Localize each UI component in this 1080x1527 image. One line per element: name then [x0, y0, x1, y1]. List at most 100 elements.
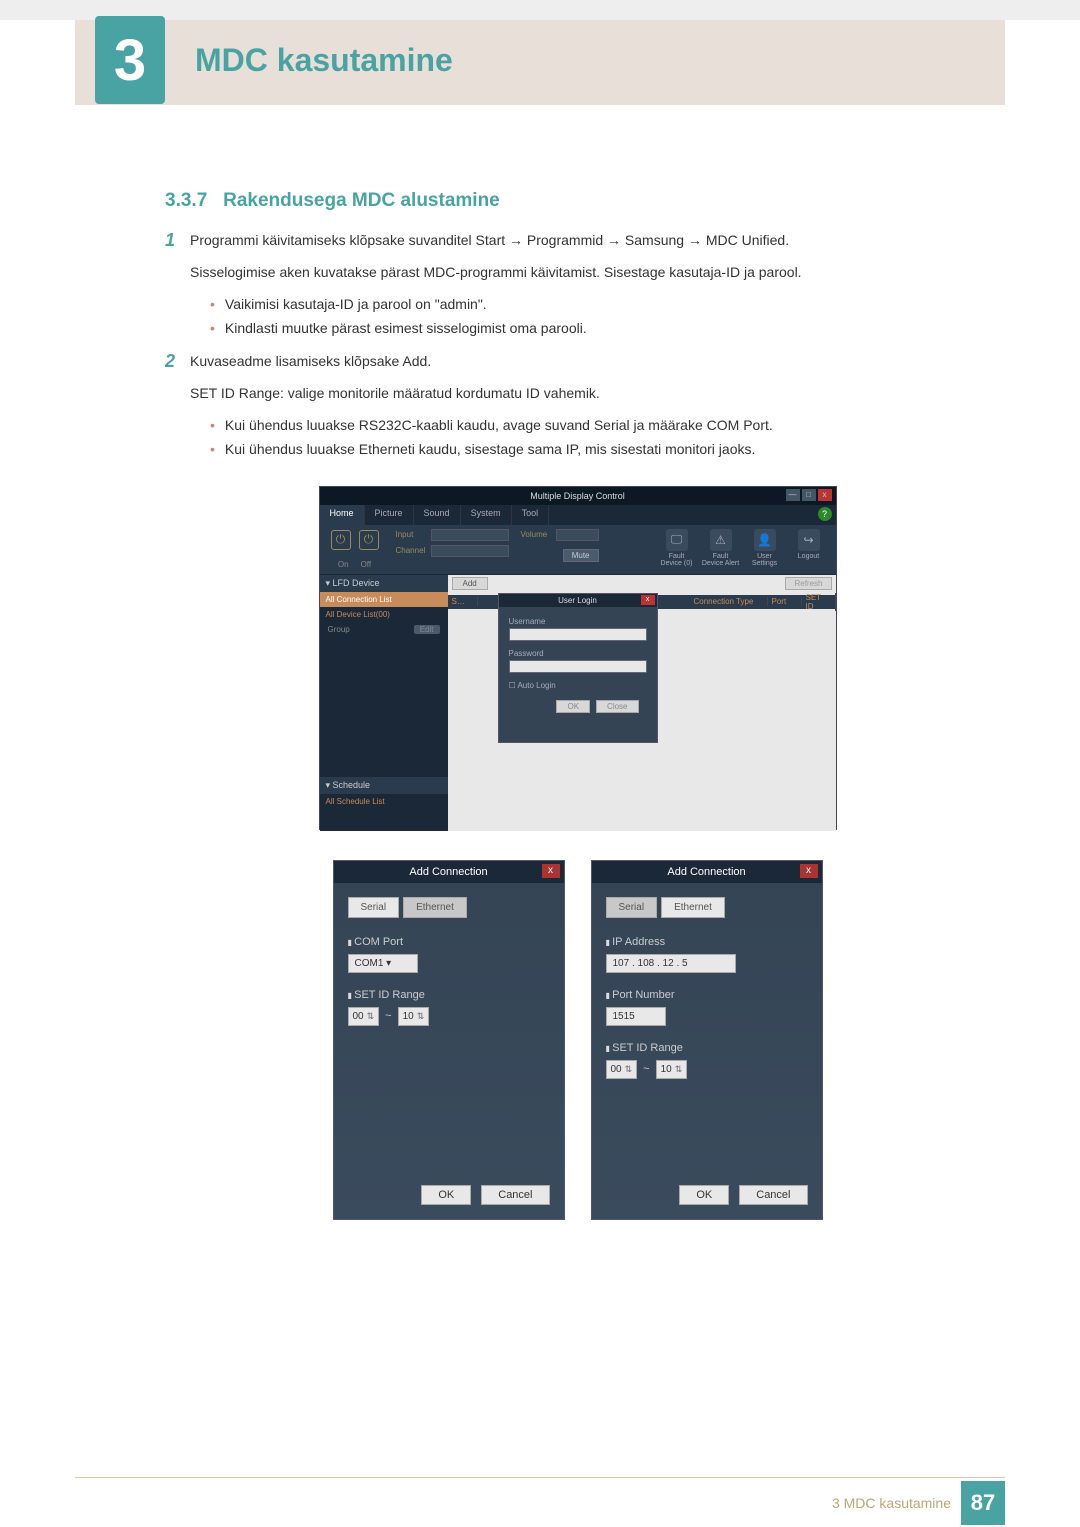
bullet-item: Kui ühendus luuakse Etherneti kaudu, sis…: [210, 438, 990, 462]
maximize-icon[interactable]: □: [802, 489, 816, 501]
input-controls: Input Channel: [390, 525, 515, 574]
channel-label: Channel: [396, 546, 431, 555]
power-on-icon[interactable]: ⏻: [331, 530, 351, 550]
login-ok-button[interactable]: OK: [556, 700, 590, 713]
add-connection-ethernet-dialog: Add Connection x Serial Ethernet IP Addr…: [591, 860, 823, 1220]
step-2-bullets: Kui ühendus luuakse RS232C-kaabli kaudu,…: [210, 414, 990, 462]
section-heading-text: Rakendusega MDC alustamine: [223, 190, 500, 211]
login-title-text: User Login: [558, 596, 597, 605]
power-off-icon[interactable]: ⏻: [359, 530, 379, 550]
step-1: 1 Programmi käivitamiseks klõpsake suvan…: [165, 230, 990, 251]
login-close-button[interactable]: Close: [596, 700, 638, 713]
sidebar-spacer: [320, 637, 448, 777]
channel-dropdown[interactable]: [431, 545, 509, 557]
close-icon[interactable]: x: [800, 864, 818, 878]
ok-button[interactable]: OK: [421, 1185, 471, 1205]
alert-label: Fault Device Alert: [702, 553, 740, 567]
main-panel: Add Refresh S… Connection Type Port SET …: [448, 575, 836, 831]
range-from-spinner[interactable]: 00: [348, 1007, 380, 1026]
sidebar: LFD Device All Connection List All Devic…: [320, 575, 448, 831]
fault-label: Fault Device (0): [658, 553, 696, 567]
range-separator: ~: [385, 1010, 391, 1022]
add-button[interactable]: Add: [452, 577, 488, 590]
minimize-icon[interactable]: —: [786, 489, 800, 501]
sidebar-all-connection[interactable]: All Connection List: [320, 592, 448, 607]
th-setid: SET ID: [802, 593, 836, 611]
tab-ethernet[interactable]: Ethernet: [661, 897, 725, 918]
range-to-spinner[interactable]: 10: [656, 1060, 688, 1079]
logout-icon[interactable]: ↪Logout: [790, 529, 828, 570]
ip-address-label: IP Address: [606, 936, 808, 948]
step-2-sub: SET ID Range: valige monitorile määratud…: [190, 382, 990, 404]
username-label: Username: [509, 617, 647, 626]
bullet-text: Vaikimisi kasutaja-ID ja parool on "admi…: [225, 293, 487, 317]
login-close-icon[interactable]: x: [641, 595, 655, 605]
step-number: 1: [165, 230, 190, 251]
chapter-number-badge: 3: [95, 16, 165, 104]
password-label: Password: [509, 649, 647, 658]
sidebar-all-device[interactable]: All Device List(00): [320, 607, 448, 622]
step-text: Kuvaseadme lisamiseks klõpsake Add.: [190, 351, 990, 372]
volume-input[interactable]: [556, 529, 599, 541]
step-number: 2: [165, 351, 190, 372]
refresh-button[interactable]: Refresh: [785, 577, 831, 590]
tab-sound[interactable]: Sound: [414, 505, 461, 525]
tab-home[interactable]: Home: [320, 505, 365, 525]
th-sel: S…: [448, 597, 478, 606]
footer-text: 3 MDC kasutamine: [832, 1495, 951, 1511]
ok-button[interactable]: OK: [679, 1185, 729, 1205]
user-settings-icon[interactable]: 👤User Settings: [746, 529, 784, 570]
password-input[interactable]: [509, 660, 647, 673]
sidebar-schedule-header[interactable]: Schedule: [320, 777, 448, 794]
edit-button[interactable]: Edit: [414, 625, 440, 634]
window-title: Multiple Display Control: [530, 491, 625, 501]
fault-alert-icon[interactable]: ⚠Fault Device Alert: [702, 529, 740, 570]
power-off-label: Off: [361, 560, 372, 569]
tab-serial[interactable]: Serial: [348, 897, 400, 918]
auto-login-label: Auto Login: [517, 681, 555, 690]
comport-label: COM Port: [348, 936, 550, 948]
mute-button[interactable]: Mute: [563, 549, 599, 562]
close-icon[interactable]: x: [818, 489, 832, 501]
range-from-spinner[interactable]: 00: [606, 1060, 638, 1079]
step-2: 2 Kuvaseadme lisamiseks klõpsake Add.: [165, 351, 990, 372]
username-input[interactable]: [509, 628, 647, 641]
range-to-spinner[interactable]: 10: [398, 1007, 430, 1026]
ip-address-input[interactable]: 107 . 108 . 12 . 5: [606, 954, 736, 973]
port-number-input[interactable]: 1515: [606, 1007, 666, 1026]
help-icon[interactable]: ?: [818, 507, 832, 521]
close-icon[interactable]: x: [542, 864, 560, 878]
section-heading: 3.3.7 Rakendusega MDC alustamine: [165, 190, 990, 212]
sidebar-lfd-header[interactable]: LFD Device: [320, 575, 448, 592]
comport-dropdown[interactable]: COM1 ▾: [348, 954, 418, 973]
dialog-title-text: Add Connection: [409, 866, 487, 878]
range-separator: ~: [643, 1063, 649, 1075]
tab-tool[interactable]: Tool: [512, 505, 550, 525]
tab-system[interactable]: System: [461, 505, 512, 525]
cancel-button[interactable]: Cancel: [739, 1185, 807, 1205]
tab-picture[interactable]: Picture: [365, 505, 414, 525]
power-on-label: On: [338, 560, 349, 569]
volume-controls: Volume Mute: [515, 525, 605, 574]
status-icons: 🖵Fault Device (0) ⚠Fault Device Alert 👤U…: [605, 525, 836, 574]
volume-label: Volume: [521, 530, 556, 539]
mdc-screenshot: Multiple Display Control — □ x ? Home Pi…: [319, 486, 837, 830]
th-port: Port: [768, 597, 802, 606]
page-number: 87: [961, 1481, 1005, 1525]
tab-serial[interactable]: Serial: [606, 897, 658, 918]
fault-device-icon[interactable]: 🖵Fault Device (0): [658, 529, 696, 570]
input-dropdown[interactable]: [431, 529, 509, 541]
comport-value: COM1: [355, 958, 384, 969]
tab-ethernet[interactable]: Ethernet: [403, 897, 467, 918]
sidebar-group: Group Edit: [320, 622, 448, 637]
window-buttons: — □ x: [786, 489, 832, 501]
setid-range-label: SET ID Range: [606, 1042, 808, 1054]
window-body: LFD Device All Connection List All Devic…: [320, 575, 836, 831]
dialog-title: Add Connection x: [592, 861, 822, 883]
add-connection-serial-dialog: Add Connection x Serial Ethernet COM Por…: [333, 860, 565, 1220]
dialog-title-text: Add Connection: [667, 866, 745, 878]
cancel-button[interactable]: Cancel: [481, 1185, 549, 1205]
auto-login-checkbox[interactable]: ☐ Auto Login: [509, 681, 647, 690]
sidebar-all-schedule[interactable]: All Schedule List: [320, 794, 448, 809]
port-number-label: Port Number: [606, 989, 808, 1001]
